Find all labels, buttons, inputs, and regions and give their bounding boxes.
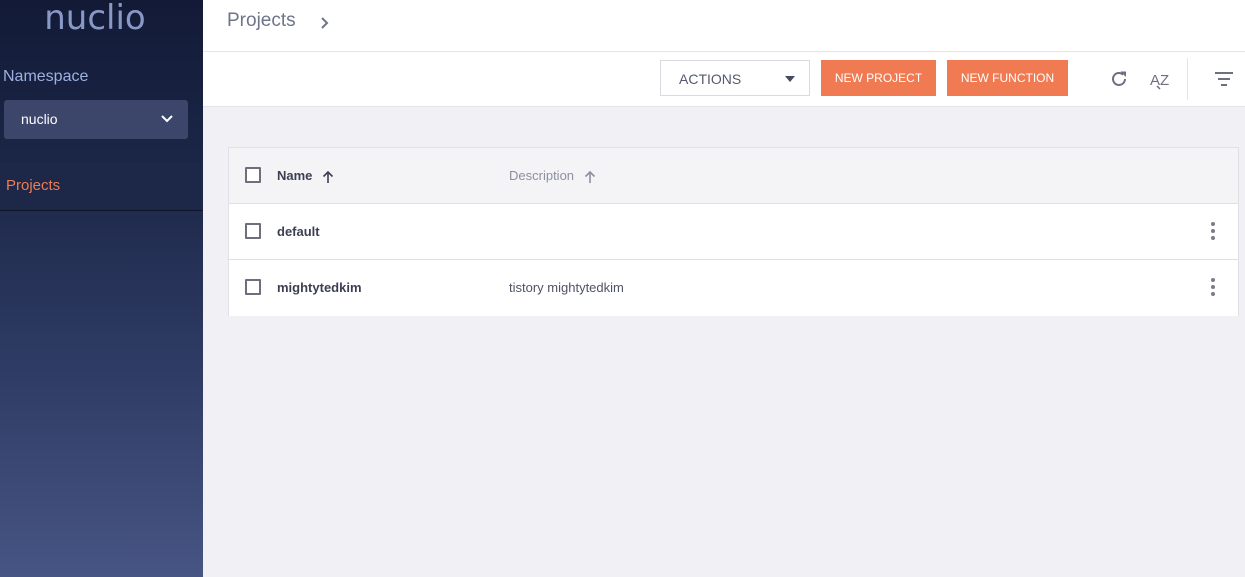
row-checkbox[interactable] bbox=[245, 279, 261, 295]
page-header: Projects bbox=[203, 0, 1245, 52]
caret-down-icon bbox=[785, 76, 795, 82]
arrow-up-icon bbox=[322, 170, 334, 183]
new-project-button[interactable]: NEW PROJECT bbox=[821, 60, 936, 96]
row-checkbox[interactable] bbox=[245, 223, 261, 239]
table-header: Name Description bbox=[229, 148, 1238, 204]
refresh-icon[interactable] bbox=[1108, 68, 1130, 90]
sidebar: nuclio Namespace nuclio Projects bbox=[0, 0, 203, 577]
namespace-label: Namespace bbox=[3, 68, 89, 85]
chevron-down-icon bbox=[161, 115, 173, 123]
projects-table: Name Description default mightytedkim ti… bbox=[228, 147, 1239, 316]
toolbar-divider bbox=[1187, 58, 1188, 100]
new-function-button[interactable]: NEW FUNCTION bbox=[947, 60, 1068, 96]
actions-dropdown-label: ACTIONS bbox=[679, 71, 742, 87]
namespace-select-value: nuclio bbox=[21, 111, 58, 127]
sidebar-item-label: Projects bbox=[6, 177, 61, 194]
column-header-name-label: Name bbox=[277, 168, 313, 183]
select-all-checkbox[interactable] bbox=[245, 167, 261, 183]
arrow-up-icon bbox=[584, 170, 595, 183]
column-header-name[interactable]: Name bbox=[277, 168, 334, 184]
column-header-description-label: Description bbox=[509, 168, 575, 183]
table-row[interactable]: default bbox=[229, 204, 1238, 260]
column-header-description[interactable]: Description bbox=[509, 168, 596, 184]
breadcrumb[interactable]: Projects bbox=[227, 10, 296, 32]
chevron-right-icon bbox=[321, 17, 329, 29]
toolbar: ACTIONS NEW PROJECT NEW FUNCTION AZ bbox=[203, 52, 1245, 107]
sidebar-item-projects[interactable]: Projects bbox=[0, 163, 203, 211]
project-description: tistory mightytedkim bbox=[509, 280, 624, 295]
actions-dropdown[interactable]: ACTIONS bbox=[660, 60, 810, 96]
project-name[interactable]: default bbox=[277, 224, 320, 239]
project-name[interactable]: mightytedkim bbox=[277, 280, 362, 295]
nuclio-logo[interactable]: nuclio bbox=[0, 0, 190, 36]
sort-az-text: AZ bbox=[1150, 72, 1169, 89]
more-vert-icon[interactable] bbox=[1210, 278, 1216, 298]
more-vert-icon[interactable] bbox=[1210, 222, 1216, 242]
namespace-select[interactable]: nuclio bbox=[4, 100, 188, 139]
filter-icon[interactable] bbox=[1213, 68, 1235, 90]
sort-az-icon[interactable]: AZ bbox=[1148, 68, 1170, 90]
table-row[interactable]: mightytedkim tistory mightytedkim bbox=[229, 260, 1238, 316]
